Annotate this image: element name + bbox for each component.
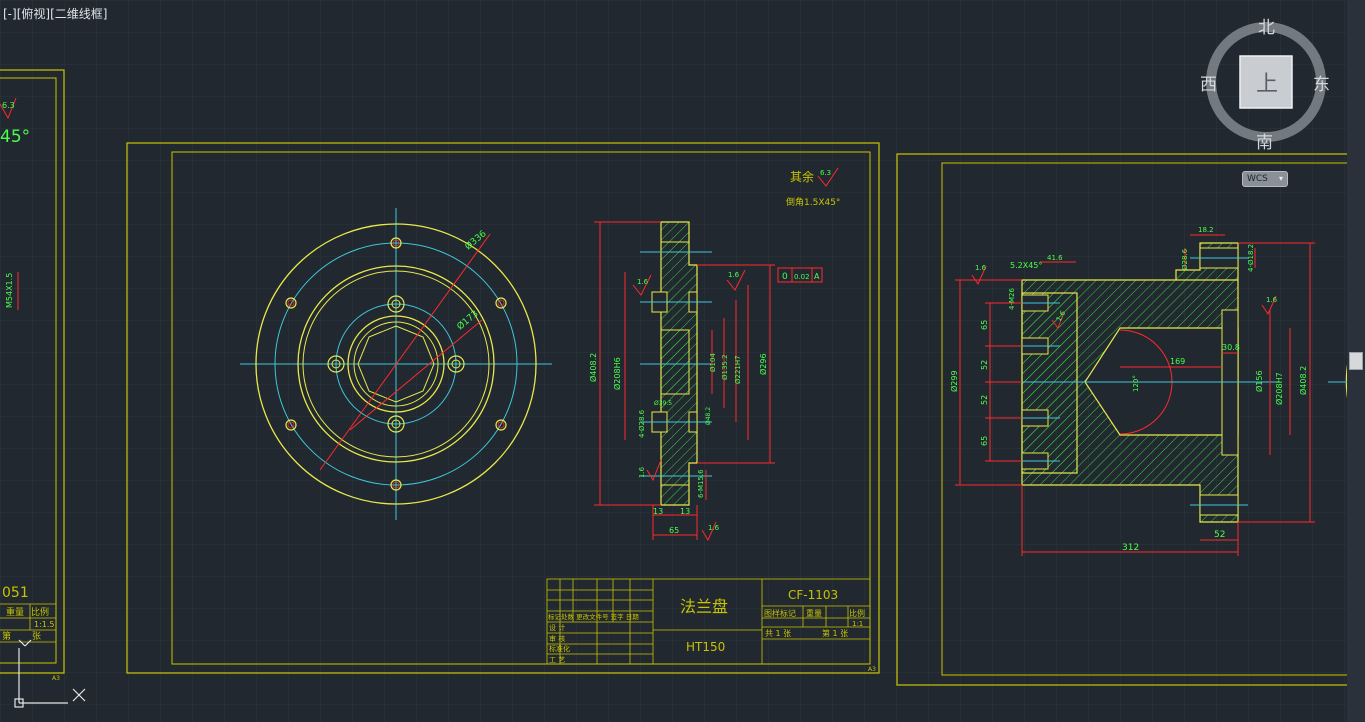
sec-dim-holes: 4-Ø28.6 — [638, 409, 646, 438]
sec-dim-65: 65 — [669, 526, 679, 535]
r-dim-angle: 120° — [1132, 375, 1140, 392]
sec-dim-counterbore: Ø39.5 — [654, 400, 672, 407]
r-dim-18-2: 18.2 — [1198, 226, 1214, 234]
drawing-canvas[interactable]: 6.3 45° M54X1.5 051 重量 比例 1:1.5 第 张 A3 其… — [0, 0, 1365, 722]
r-dim-408: Ø408.2 — [1298, 366, 1308, 395]
r-dim-52-a: 52 — [980, 360, 989, 370]
weight-label: 重量 — [806, 608, 822, 618]
left-sheet-size: A3 — [52, 675, 60, 682]
compass-north[interactable]: 北 — [1258, 18, 1275, 38]
sec-dim-recess: Ø221H7 — [734, 355, 742, 384]
compass-south[interactable]: 南 — [1256, 133, 1273, 153]
gt-datum: A — [814, 272, 820, 281]
left-scale-value: 1:1.5 — [34, 620, 55, 629]
sec-dim-small: Ø48.2 — [705, 407, 712, 425]
sec-dim-roughness-3: 1.6 — [638, 466, 646, 478]
model-viewport[interactable]: 6.3 45° M54X1.5 051 重量 比例 1:1.5 第 张 A3 其… — [0, 0, 1365, 722]
note-roughness-value: 6.3 — [820, 169, 831, 177]
sec-dim-thread: 6-M15.6 — [697, 469, 705, 498]
r-dim-hole: Ø28.6 — [1181, 248, 1189, 270]
wcs-menu-button[interactable]: WCS ▾ — [1242, 171, 1288, 187]
sec-dim-outer-dia: Ø408.2 — [588, 353, 598, 382]
row-design: 设 计 — [549, 623, 565, 632]
r-dim-roughness-2: 1.6 — [1266, 296, 1278, 304]
r-dim-299: Ø299 — [949, 370, 959, 392]
r-dim-30-8: 30.8 — [1222, 343, 1240, 352]
note-other: 其余 — [790, 169, 814, 184]
sec-dim-roughness-4: 1.6 — [708, 524, 720, 532]
note-chamfer: 倒角1.5X45° — [786, 196, 840, 208]
scrollbar-thumb[interactable] — [1349, 352, 1363, 370]
sec-dim-13-b: 13 — [680, 507, 690, 516]
part-name: 法兰盘 — [680, 597, 728, 616]
drawing-number: CF-1103 — [788, 588, 838, 602]
compass-east[interactable]: 东 — [1313, 75, 1330, 95]
row-check: 审 核 — [549, 634, 565, 643]
r-dim-52-c: 52 — [1214, 530, 1225, 540]
change-header: 标记处数 更改文件号 签字 日期 — [548, 612, 639, 621]
chevron-down-icon: ▾ — [1278, 174, 1283, 183]
r-dim-169: 169 — [1170, 357, 1185, 366]
r-dim-208: Ø208H7 — [1274, 372, 1284, 405]
sec-dim-roughness-1: 1.6 — [637, 278, 649, 286]
viewport-menu-toggle[interactable]: [-] — [3, 7, 17, 21]
compass-west[interactable]: 西 — [1200, 75, 1217, 95]
middle-sheet-size: A3 — [868, 666, 876, 673]
shaft-section-view — [1000, 242, 1280, 523]
r-dim-156: Ø156 — [1254, 370, 1264, 392]
view-direction-menu[interactable]: [俯视] — [17, 7, 50, 21]
wcs-label: WCS — [1247, 174, 1268, 184]
left-drawing-number: 051 — [2, 585, 29, 601]
scale-label: 比例 — [849, 608, 865, 618]
r-dim-52-b: 52 — [980, 395, 989, 405]
sec-dim-pilot-dia: Ø208H6 — [612, 357, 622, 390]
sheet-number: 第 1 张 — [822, 628, 848, 638]
r-dim-chamfer: 5.2X45° — [1010, 261, 1042, 270]
sheets-total: 共 1 张 — [765, 629, 791, 638]
visual-style-menu[interactable]: [二维线框] — [50, 7, 107, 21]
left-sheet-word-2: 张 — [32, 631, 41, 642]
left-roughness-value: 6.3 — [2, 101, 15, 110]
left-chamfer-text: 45° — [0, 127, 30, 147]
gt-value: 0.02 — [794, 273, 810, 281]
sec-dim-hub: Ø296 — [758, 353, 768, 375]
sec-dim-step: Ø135.2 — [721, 354, 729, 380]
r-dim-312: 312 — [1122, 543, 1139, 553]
gt-symbol: 0 — [782, 272, 788, 282]
r-dim-4-holes: 4-Ø18.2 — [1247, 244, 1255, 272]
sec-dim-bore: Ø104 — [709, 353, 717, 372]
left-thread-dim: M54X1.5 — [5, 273, 14, 308]
viewcube-top-label: 上 — [1256, 72, 1278, 97]
stage-label: 图样标记 — [764, 608, 796, 618]
part-material: HT150 — [686, 640, 725, 654]
row-standard: 标准化 — [549, 644, 570, 653]
r-dim-65-b: 65 — [980, 436, 989, 446]
sec-dim-13-a: 13 — [653, 507, 663, 516]
sec-dim-roughness-2: 1.6 — [728, 271, 740, 279]
r-dim-thread: 4-M26 — [1008, 288, 1016, 310]
scale-value: 1:1 — [852, 620, 863, 628]
viewport-controls[interactable]: [-][俯视][二维线框] — [3, 5, 107, 22]
r-dim-41-6: 41.6 — [1047, 254, 1063, 262]
r-dim-65-a: 65 — [980, 320, 989, 330]
left-scale-label: 比例 — [31, 606, 49, 618]
r-dim-roughness-1: 1.6 — [975, 264, 987, 272]
left-sheet-word: 第 — [2, 630, 11, 642]
row-process: 工 艺 — [549, 656, 565, 664]
left-weight-label: 重量 — [6, 606, 24, 618]
